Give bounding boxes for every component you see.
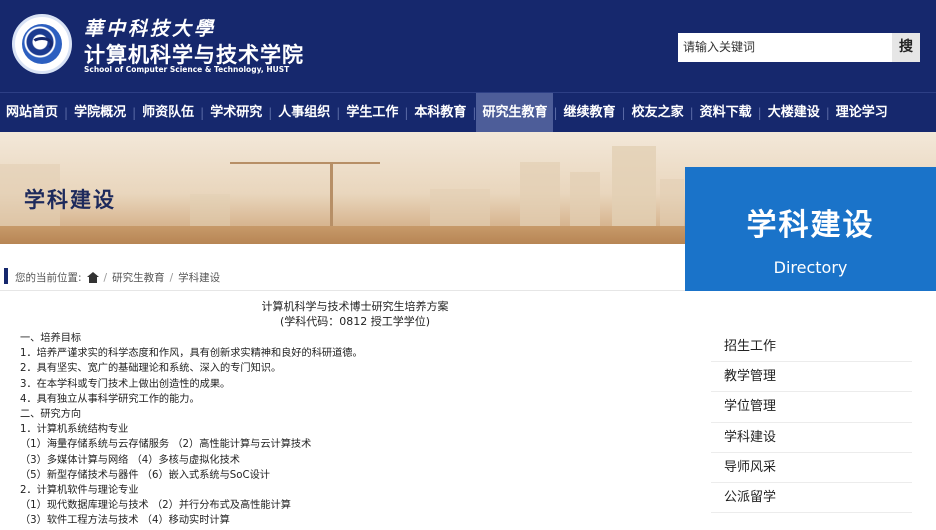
nav-item[interactable]: 师资队伍: [136, 93, 200, 133]
directory-subtitle: Directory: [773, 258, 848, 277]
article-line: （1）现代数据库理论与技术 （2）并行分布式及高性能计算: [20, 500, 291, 512]
site-header: 華中科技大學 计算机科学与技术学院 School of Computer Sci…: [0, 0, 936, 92]
school-name-en: School of Computer Science & Technology,…: [84, 65, 290, 74]
breadcrumb: 您的当前位置: / 研究生教育 / 学科建设: [15, 270, 220, 285]
article-line: （1）海量存储系统与云存储服务 （2）高性能计算与云计算技术: [20, 439, 312, 451]
nav-item[interactable]: 学院概况: [68, 93, 132, 133]
banner-title: 学科建设: [24, 188, 116, 212]
sidebar-item[interactable]: 公派留学: [711, 483, 912, 514]
hust-logo-icon[interactable]: [12, 14, 72, 74]
article-body: 一、培养目标 1．培养严谨求实的科学态度和作风，具有创新求实精神和良好的科研道德。…: [20, 331, 680, 528]
sidebar-item[interactable]: 教学管理: [711, 362, 912, 393]
directory-title: 学科建设: [746, 208, 875, 243]
article-line: 2．计算机软件与理论专业: [20, 484, 139, 496]
breadcrumb-separator: /: [103, 271, 108, 284]
sidebar-item[interactable]: 学科建设: [711, 423, 912, 453]
main-nav: 网站首页 | 学院概况 | 师资队伍 | 学术研究 | 人事组织 | 学生工作 | 本科教育 | 研究生教育…: [0, 92, 936, 133]
nav-item[interactable]: 学术研究: [204, 93, 268, 133]
nav-item[interactable]: 资料下载: [694, 93, 758, 133]
article-line: 2．具有坚实、宽广的基础理论和系统、深入的专门知识。: [20, 363, 282, 375]
nav-item[interactable]: 理论学习: [830, 93, 894, 133]
search-input[interactable]: 请输入关键词: [678, 33, 892, 62]
breadcrumb-prefix: 您的当前位置:: [15, 272, 82, 284]
article-line: 4．具有独立从事科学研究工作的能力。: [20, 393, 200, 405]
sidebar-item[interactable]: 导师风采: [711, 453, 912, 483]
breadcrumb-separator: /: [169, 271, 174, 284]
breadcrumb-link-graduate[interactable]: 研究生教育: [112, 270, 165, 285]
home-icon[interactable]: [86, 272, 99, 283]
directory-box: 学科建设 Directory: [685, 167, 936, 291]
university-name: 華中科技大學: [84, 18, 217, 40]
breadcrumb-marker: [4, 268, 8, 284]
article-subtitle: (学科代码：0812 授工学学位): [279, 315, 431, 328]
nav-item[interactable]: 网站首页: [0, 93, 64, 133]
sidebar-item[interactable]: 学位管理: [711, 392, 912, 423]
breadcrumb-divider: [0, 290, 685, 291]
article-line: 3．在本学科或专门技术上做出创造性的成果。: [20, 378, 231, 390]
nav-item[interactable]: 研究生教育: [476, 92, 554, 133]
breadcrumb-current[interactable]: 学科建设: [178, 270, 220, 285]
article-line: （3）软件工程方法与技术 （4）移动实时计算: [20, 515, 230, 527]
nav-item[interactable]: 学生工作: [340, 93, 404, 133]
sidebar-menu: 招生工作 教学管理 学位管理 学科建设 导师风采 公派留学: [711, 332, 912, 514]
article-line: 二、研究方向: [20, 408, 82, 420]
nav-item[interactable]: 本科教育: [408, 93, 472, 133]
article-line: 一、培养目标: [20, 333, 82, 344]
sidebar-item[interactable]: 招生工作: [711, 332, 912, 363]
nav-item[interactable]: 大楼建设: [762, 93, 826, 133]
article-line: （5）新型存储技术与器件 （6）嵌入式系统与SoC设计: [20, 469, 270, 481]
nav-item[interactable]: 继续教育: [558, 93, 622, 133]
article-line: 1．培养严谨求实的科学态度和作风，具有创新求实精神和良好的科研道德。: [20, 348, 363, 360]
article-title: 计算机科学与技术博士研究生培养方案: [261, 300, 449, 313]
nav-item[interactable]: 人事组织: [272, 93, 336, 133]
article-line: （3）多媒体计算与网络 （4）多核与虚拟化技术: [20, 454, 240, 466]
article-line: 1．计算机系统结构专业: [20, 424, 129, 436]
nav-item[interactable]: 校友之家: [626, 93, 690, 133]
search-button[interactable]: 搜: [892, 33, 920, 62]
